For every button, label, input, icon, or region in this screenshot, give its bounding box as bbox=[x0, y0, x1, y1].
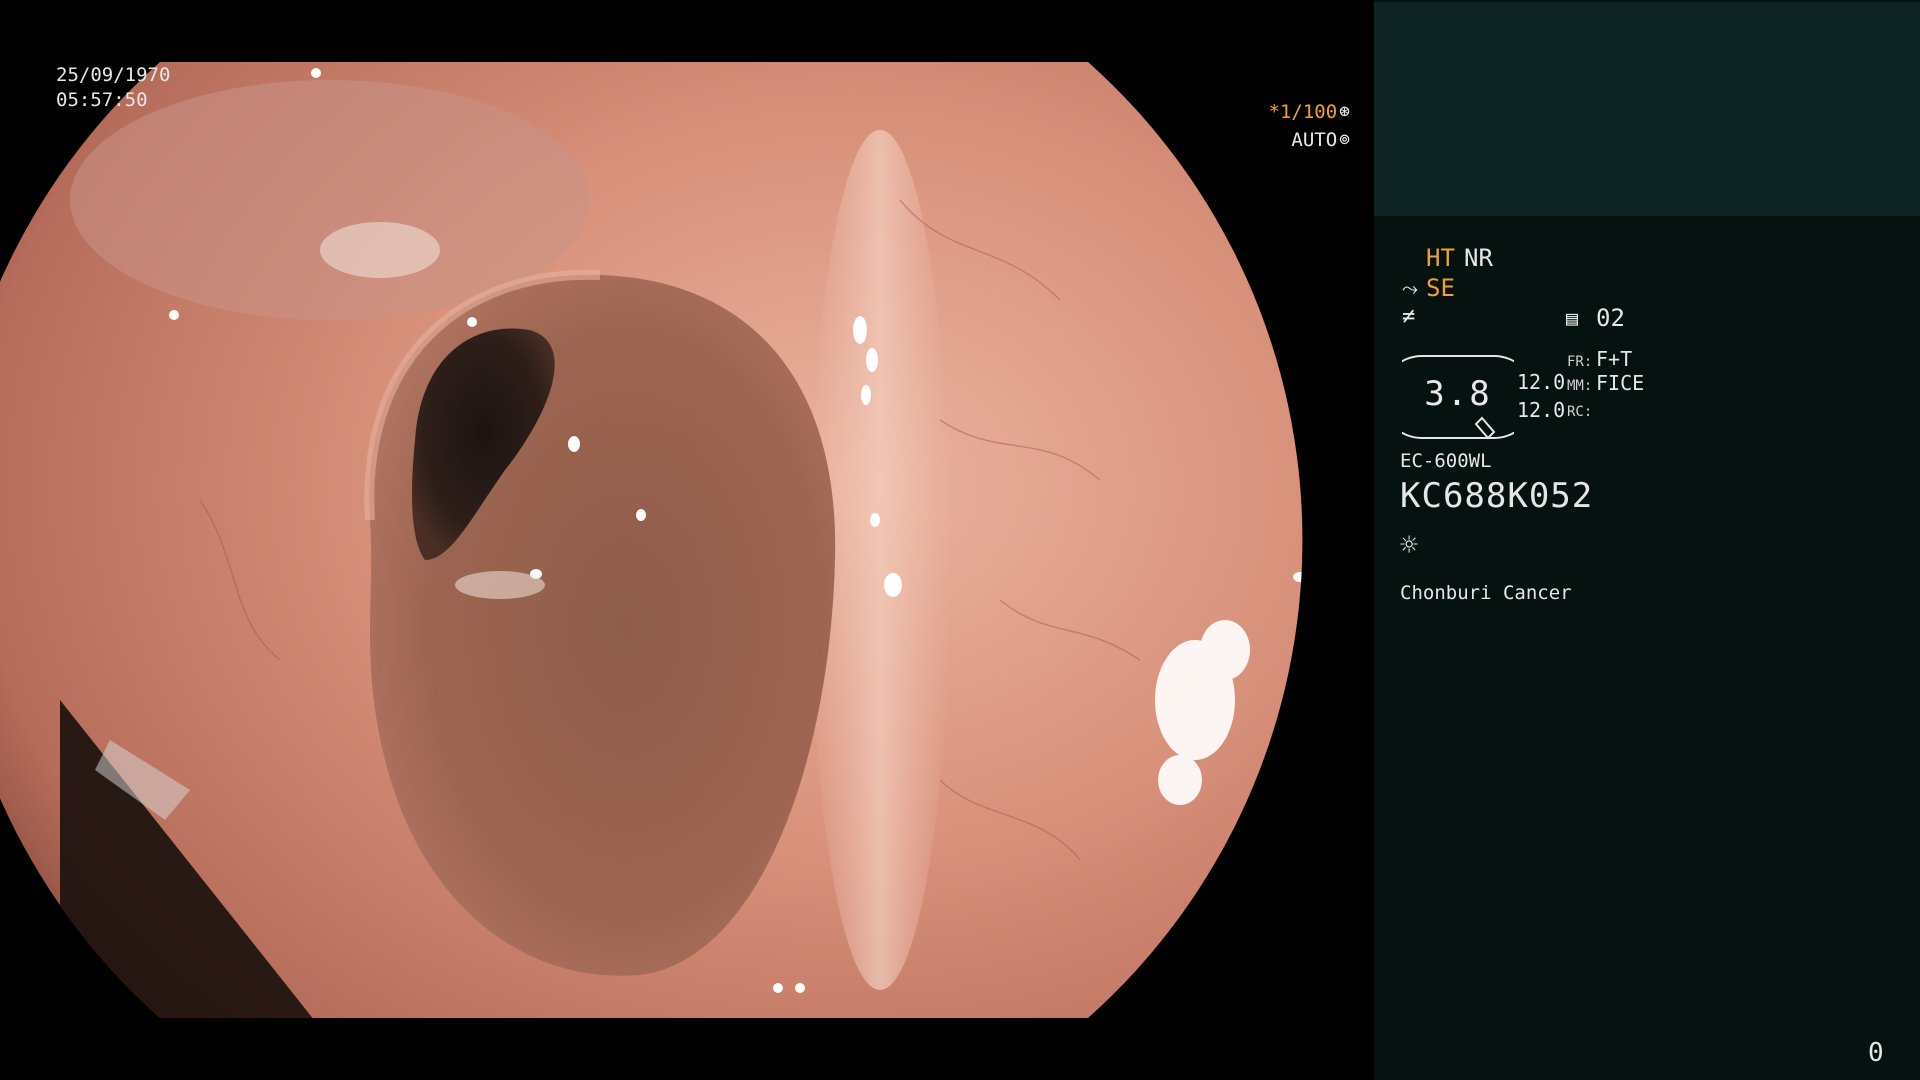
fr-label: FR: bbox=[1567, 354, 1593, 370]
fr-value: F+T bbox=[1596, 347, 1633, 371]
setting-value-bottom: 12.0 bbox=[1517, 398, 1566, 422]
mm-value: FICE bbox=[1596, 371, 1645, 395]
setting-value-top: 12.0 bbox=[1517, 370, 1566, 394]
scope-serial: KC688K052 bbox=[1400, 476, 1594, 516]
date-time-stamp: 25/09/1970 05:57:50 bbox=[56, 63, 170, 113]
exposure-readout: *1/100 ⊛ AUTO ⊚ bbox=[1269, 98, 1350, 154]
info-panel: HT NR ⤳ SE ≠ ▤ 02 3.8 12.0 12.0 FR: F+T … bbox=[1374, 0, 1920, 1080]
endoscopy-screen: 25/09/1970 05:57:50 *1/100 ⊛ AUTO ⊚ HT N… bbox=[0, 0, 1920, 1080]
filter-icon: ≠ bbox=[1402, 304, 1416, 329]
shutter-speed: *1/100 bbox=[1268, 101, 1338, 123]
mm-label: MM: bbox=[1567, 378, 1593, 394]
panel-header-area bbox=[1374, 2, 1920, 216]
exposure-mode: AUTO bbox=[1291, 129, 1338, 151]
endoscopic-image bbox=[0, 62, 1303, 1018]
shutter-icon: ⊛ bbox=[1339, 101, 1350, 122]
time-text: 05:57:50 bbox=[56, 89, 148, 111]
se-indicator: SE bbox=[1426, 274, 1455, 302]
record-count: 02 bbox=[1596, 304, 1625, 332]
light-icon: ☼ bbox=[1400, 528, 1419, 563]
frame-counter: 0 bbox=[1868, 1038, 1884, 1068]
structure-enhance-icon: ⤳ bbox=[1402, 276, 1418, 300]
iris-icon: ⊚ bbox=[1339, 129, 1350, 150]
date-text: 25/09/1970 bbox=[56, 64, 171, 86]
scope-model: EC-600WL bbox=[1400, 450, 1492, 472]
rc-label: RC: bbox=[1567, 404, 1593, 420]
ht-indicator: HT bbox=[1426, 244, 1455, 272]
endoscope-view: 25/09/1970 05:57:50 *1/100 ⊛ AUTO ⊚ bbox=[0, 0, 1374, 1080]
hospital-name: Chonburi Cancer bbox=[1400, 582, 1572, 604]
nr-indicator: NR bbox=[1464, 244, 1493, 272]
zoom-value: 3.8 bbox=[1424, 374, 1492, 414]
record-icon: ▤ bbox=[1566, 306, 1579, 330]
